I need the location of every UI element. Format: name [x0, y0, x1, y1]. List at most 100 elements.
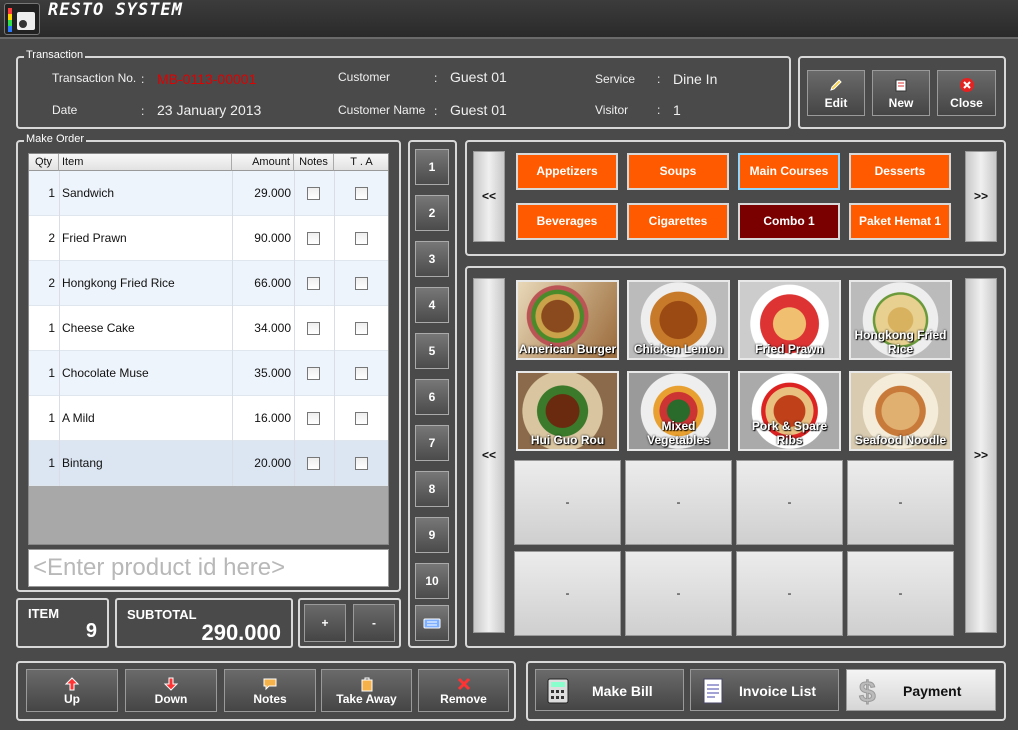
down-button[interactable]: Down — [125, 669, 217, 712]
number-button-4[interactable]: 4 — [415, 287, 449, 323]
invoice-list-button[interactable]: Invoice List — [690, 669, 839, 711]
separator: : — [434, 71, 438, 85]
empty-product-slot[interactable]: - — [736, 460, 843, 545]
number-button-9[interactable]: 9 — [415, 517, 449, 553]
product-tile[interactable]: Hui Guo Rou — [516, 371, 619, 451]
visitor-value: 1 — [673, 102, 681, 118]
empty-product-slot[interactable]: - — [736, 551, 843, 636]
product-tile[interactable]: American Burger — [516, 280, 619, 360]
empty-product-slot[interactable]: - — [847, 460, 954, 545]
take-away-checkbox[interactable] — [355, 322, 368, 335]
close-button[interactable]: Close — [937, 70, 996, 116]
category-button-desserts[interactable]: Desserts — [849, 153, 951, 190]
payment-label: Payment — [903, 683, 962, 699]
empty-product-slot[interactable]: - — [514, 460, 621, 545]
minus-button[interactable]: - — [353, 604, 395, 642]
notes-checkbox[interactable] — [307, 232, 320, 245]
category-button-cigarettes[interactable]: Cigarettes — [627, 203, 729, 240]
notes-checkbox[interactable] — [307, 187, 320, 200]
table-row[interactable]: 2 Fried Prawn 90.000 — [29, 216, 388, 261]
row-amount: 20.000 — [254, 456, 291, 470]
col-item[interactable]: Item — [59, 154, 232, 171]
separator: : — [657, 72, 661, 86]
number-button-10[interactable]: 10 — [415, 563, 449, 599]
transaction-group: Transaction — [16, 49, 791, 129]
col-amount[interactable]: Amount — [232, 154, 294, 171]
table-row[interactable]: 2 Hongkong Fried Rice 66.000 — [29, 261, 388, 306]
item-count-value: 9 — [85, 620, 97, 642]
table-row[interactable]: 1 Sandwich 29.000 — [29, 171, 388, 216]
customer-label: Customer — [338, 70, 391, 84]
take-away-checkbox[interactable] — [355, 457, 368, 470]
pencil-icon — [830, 79, 842, 91]
col-take-away[interactable]: T . A — [334, 154, 388, 171]
item-count-box: ITEM 9 — [16, 598, 109, 648]
product-tile[interactable]: Hongkong Fried Rice — [849, 280, 952, 360]
product-tile[interactable]: Fried Prawn — [738, 280, 841, 360]
product-tile[interactable]: Pork & Spare Ribs — [738, 371, 841, 451]
take-away-checkbox[interactable] — [355, 277, 368, 290]
col-qty[interactable]: Qty — [29, 154, 59, 171]
category-button-combo-1[interactable]: Combo 1 — [738, 203, 840, 240]
empty-product-slot[interactable]: - — [847, 551, 954, 636]
separator: : — [141, 104, 145, 118]
product-name: American Burger — [518, 342, 617, 356]
category-button-main-courses[interactable]: Main Courses — [738, 153, 840, 190]
number-button-5[interactable]: 5 — [415, 333, 449, 369]
number-button-7[interactable]: 7 — [415, 425, 449, 461]
order-table: Qty Item Amount Notes T . A 1 Sandwich 29.… — [28, 153, 389, 545]
category-button-paket-hemat-1[interactable]: Paket Hemat 1 — [849, 203, 951, 240]
category-button-appetizers[interactable]: Appetizers — [516, 153, 618, 190]
plus-button[interactable]: + — [304, 604, 346, 642]
product-id-input[interactable]: <Enter product id here> — [28, 549, 389, 587]
notes-button[interactable]: Notes — [224, 669, 316, 712]
take-away-checkbox[interactable] — [355, 187, 368, 200]
keyboard-button[interactable] — [415, 605, 449, 641]
new-document-icon — [895, 79, 907, 92]
product-tile[interactable]: Seafood Noodle — [849, 371, 952, 451]
notes-checkbox[interactable] — [307, 277, 320, 290]
category-button-soups[interactable]: Soups — [627, 153, 729, 190]
up-button[interactable]: Up — [26, 669, 118, 712]
take-away-checkbox[interactable] — [355, 412, 368, 425]
take-away-checkbox[interactable] — [355, 232, 368, 245]
notes-checkbox[interactable] — [307, 412, 320, 425]
new-button[interactable]: New — [872, 70, 930, 116]
product-prev-button[interactable]: << — [473, 278, 505, 633]
notes-checkbox[interactable] — [307, 322, 320, 335]
date-label: Date — [52, 103, 78, 117]
product-tile[interactable]: Chicken Lemon — [627, 280, 730, 360]
notes-checkbox[interactable] — [307, 367, 320, 380]
payment-button[interactable]: $ Payment — [846, 669, 996, 711]
category-next-button[interactable]: >> — [965, 151, 997, 242]
product-next-button[interactable]: >> — [965, 278, 997, 633]
col-notes[interactable]: Notes — [294, 154, 334, 171]
number-button-3[interactable]: 3 — [415, 241, 449, 277]
table-row[interactable]: 1 A Mild 16.000 — [29, 396, 388, 441]
notes-checkbox[interactable] — [307, 457, 320, 470]
empty-product-slot[interactable]: - — [514, 551, 621, 636]
number-button-8[interactable]: 8 — [415, 471, 449, 507]
category-button-beverages[interactable]: Beverages — [516, 203, 618, 240]
take-away-button[interactable]: Take Away — [321, 669, 412, 712]
take-away-checkbox[interactable] — [355, 367, 368, 380]
empty-product-slot[interactable]: - — [625, 551, 732, 636]
row-qty: 1 — [48, 321, 55, 335]
table-row[interactable]: 1 Cheese Cake 34.000 — [29, 306, 388, 351]
number-button-6[interactable]: 6 — [415, 379, 449, 415]
table-row[interactable]: 1 Bintang 20.000 — [29, 441, 388, 486]
table-row[interactable]: 1 Chocolate Muse 35.000 — [29, 351, 388, 396]
edit-button[interactable]: Edit — [807, 70, 865, 116]
close-icon — [959, 78, 974, 92]
empty-product-slot[interactable]: - — [625, 460, 732, 545]
row-item: Bintang — [62, 456, 103, 470]
make-bill-button[interactable]: Make Bill — [535, 669, 684, 711]
number-button-2[interactable]: 2 — [415, 195, 449, 231]
category-prev-button[interactable]: << — [473, 151, 505, 242]
row-item: Hongkong Fried Rice — [62, 276, 175, 290]
service-value: Dine In — [673, 71, 718, 87]
remove-button[interactable]: Remove — [418, 669, 509, 712]
product-tile[interactable]: Mixed Vegetables — [627, 371, 730, 451]
dollar-icon: $ — [859, 676, 877, 708]
number-button-1[interactable]: 1 — [415, 149, 449, 185]
